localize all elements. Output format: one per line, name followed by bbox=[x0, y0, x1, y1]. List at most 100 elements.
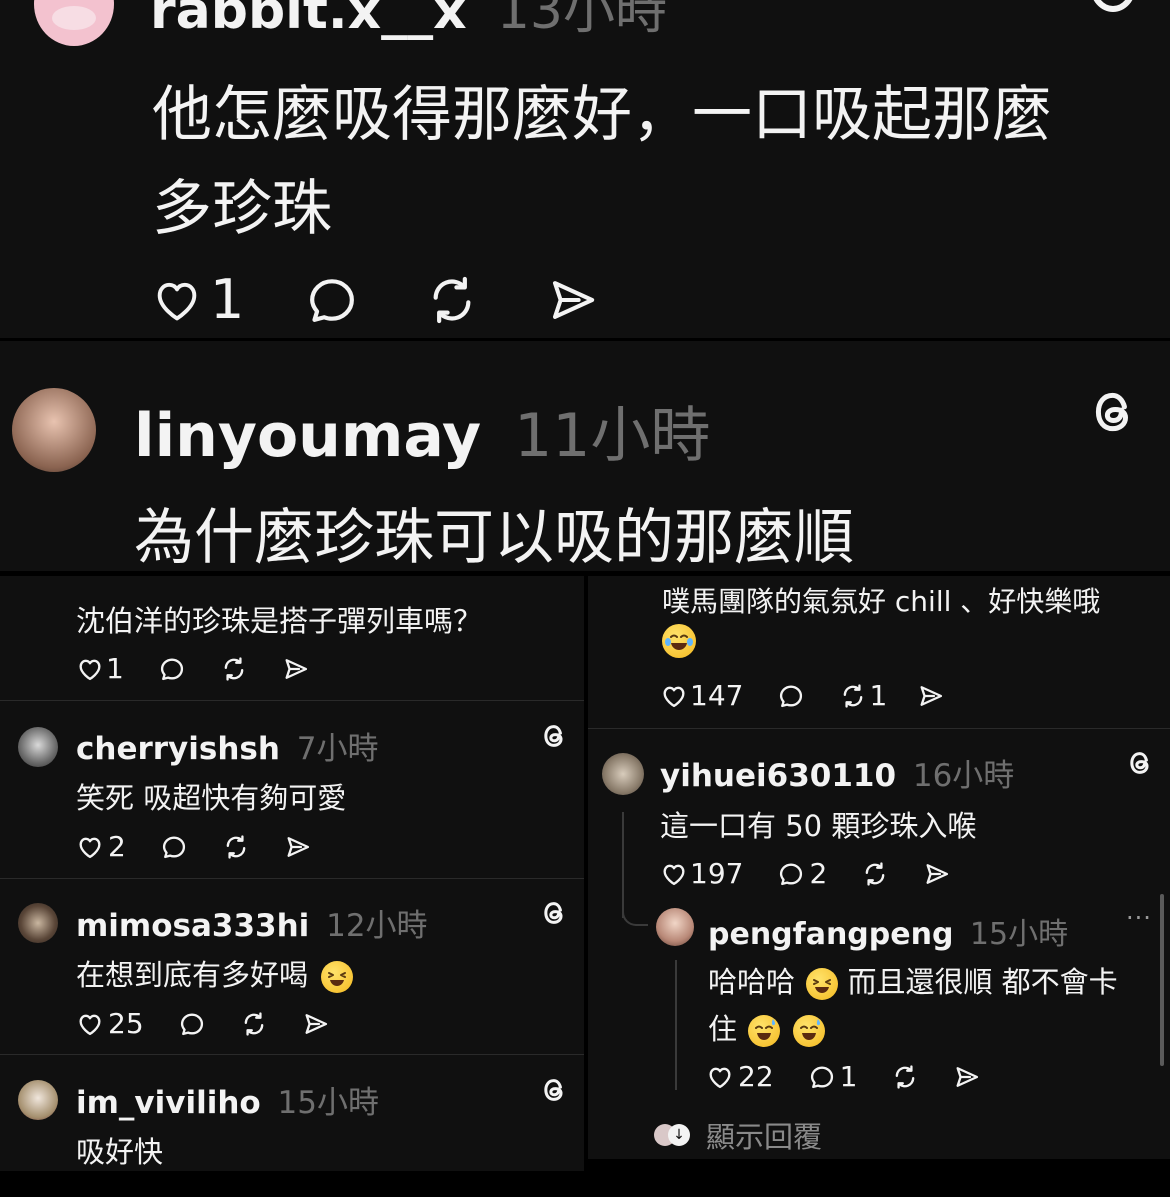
thread-connector bbox=[622, 906, 648, 926]
reply-button[interactable] bbox=[777, 682, 805, 710]
username[interactable]: mimosa333hi 12小時 bbox=[76, 900, 428, 945]
avatar[interactable] bbox=[12, 388, 96, 472]
show-replies-label: 顯示回覆 bbox=[706, 1120, 823, 1154]
threads-icon[interactable] bbox=[540, 1076, 568, 1104]
post-text: 為什麼珍珠可以吸的那麼順 bbox=[134, 503, 854, 571]
show-replies-button[interactable]: ↓ 顯示回覆 bbox=[654, 1114, 822, 1156]
heart-icon bbox=[79, 659, 101, 680]
send-icon bbox=[926, 863, 949, 884]
threads-icon[interactable] bbox=[540, 722, 568, 750]
repost-button[interactable]: 1 bbox=[839, 679, 887, 712]
like-button[interactable]: 1 bbox=[76, 652, 124, 685]
send-icon bbox=[287, 836, 309, 857]
comment-text-content: 在想到底有多好喝 bbox=[76, 958, 309, 992]
send-icon bbox=[956, 1066, 979, 1087]
repost-button[interactable] bbox=[240, 1010, 268, 1038]
more-icon[interactable]: ··· bbox=[1126, 906, 1154, 930]
username[interactable]: linyoumay 11小時 bbox=[134, 387, 710, 474]
comment-text: 這一口有 50 顆珍珠入喉 bbox=[660, 809, 977, 843]
avatar[interactable] bbox=[18, 1080, 58, 1120]
tears-of-joy-emoji-icon bbox=[662, 624, 696, 658]
threads-icon[interactable] bbox=[1088, 387, 1138, 437]
username[interactable]: rabbit.x__x 13小時 bbox=[150, 0, 667, 43]
share-button[interactable] bbox=[923, 860, 951, 888]
repost-button[interactable] bbox=[861, 860, 889, 888]
share-button[interactable] bbox=[546, 273, 600, 327]
avatar[interactable] bbox=[656, 908, 694, 946]
username[interactable]: cherryishsh 7小時 bbox=[76, 723, 378, 768]
reply-time: 15小時 bbox=[969, 917, 1069, 952]
repost-button[interactable] bbox=[222, 833, 250, 861]
username-text[interactable]: mimosa333hi bbox=[76, 908, 309, 944]
username[interactable]: im_viviliho 15小時 bbox=[76, 1077, 379, 1122]
share-button[interactable] bbox=[302, 1010, 330, 1038]
divider bbox=[0, 700, 584, 701]
threads-icon[interactable] bbox=[1090, 0, 1136, 12]
heart-icon bbox=[663, 686, 685, 707]
avatar[interactable] bbox=[34, 0, 114, 46]
reply-count: 1 bbox=[839, 1060, 858, 1093]
like-button[interactable]: 197 bbox=[660, 857, 743, 890]
comment-text: 沈伯洋的珍珠是搭子彈列車嗎？ bbox=[76, 604, 483, 638]
username-text[interactable]: rabbit.x__x bbox=[150, 0, 467, 41]
repost-button[interactable] bbox=[424, 272, 480, 328]
repost-icon bbox=[896, 1064, 915, 1089]
laughing-emoji-icon bbox=[806, 968, 839, 1000]
thread-line bbox=[622, 812, 624, 918]
username[interactable]: pengfangpeng 15小時 bbox=[708, 909, 1068, 953]
reply-thread-line bbox=[675, 960, 677, 1090]
post-actions: 1 bbox=[150, 268, 600, 331]
reply-button[interactable]: 2 bbox=[777, 857, 827, 890]
share-button[interactable] bbox=[917, 682, 945, 710]
reply-text-line1: 哈哈哈 而且還很順 都不會卡 bbox=[708, 959, 1118, 1001]
sweat-smile-emoji-icon bbox=[793, 1015, 826, 1047]
like-button[interactable]: 147 bbox=[660, 679, 743, 712]
avatar[interactable] bbox=[18, 903, 58, 943]
comment-icon bbox=[810, 1066, 833, 1088]
reply-actions: 22 1 bbox=[706, 1060, 981, 1093]
reply-button[interactable] bbox=[158, 655, 186, 683]
post-time: 11小時 bbox=[514, 401, 711, 471]
like-button[interactable]: 25 bbox=[76, 1007, 144, 1040]
heart-icon bbox=[663, 864, 685, 885]
avatar[interactable] bbox=[602, 753, 644, 795]
username-text[interactable]: linyoumay bbox=[134, 401, 481, 471]
comment-actions: 197 2 bbox=[660, 857, 951, 890]
comment-icon bbox=[780, 863, 803, 885]
reply-button[interactable] bbox=[178, 1010, 206, 1038]
top-post-panel: rabbit.x__x 13小時 他怎麼吸得那麼好，一口吸起那麼 多珍珠 1 bbox=[0, 0, 1170, 338]
repost-count: 1 bbox=[869, 679, 888, 712]
threads-icon[interactable] bbox=[1126, 749, 1154, 777]
username-text[interactable]: cherryishsh bbox=[76, 731, 280, 767]
reply-button[interactable] bbox=[160, 833, 188, 861]
comment-icon bbox=[780, 685, 803, 707]
username-text[interactable]: pengfangpeng bbox=[708, 917, 953, 952]
right-comments-panel: 噗馬團隊的氣氛好 chill 、好快樂哦 147 1 yihuei630110 … bbox=[588, 576, 1170, 1159]
heart-icon bbox=[79, 1014, 101, 1035]
repost-button[interactable] bbox=[891, 1063, 919, 1091]
comment-icon bbox=[310, 278, 355, 322]
like-count: 22 bbox=[738, 1060, 774, 1093]
username[interactable]: yihuei630110 16小時 bbox=[660, 750, 1014, 795]
second-post-panel: linyoumay 11小時 為什麼珍珠可以吸的那麼順 bbox=[0, 341, 1170, 571]
username-text[interactable]: im_viviliho bbox=[76, 1085, 261, 1121]
scrollbar[interactable] bbox=[1160, 894, 1164, 1066]
like-button[interactable]: 22 bbox=[706, 1060, 774, 1093]
share-button[interactable] bbox=[284, 833, 312, 861]
reply-button[interactable] bbox=[304, 272, 360, 328]
divider bbox=[0, 1054, 584, 1055]
comment-time: 12小時 bbox=[326, 908, 428, 944]
avatar[interactable] bbox=[18, 727, 58, 767]
share-button[interactable] bbox=[953, 1063, 981, 1091]
reply-button[interactable]: 1 bbox=[808, 1060, 858, 1093]
like-button[interactable]: 2 bbox=[76, 830, 126, 863]
down-arrow-icon: ↓ bbox=[668, 1124, 690, 1146]
share-button[interactable] bbox=[282, 655, 310, 683]
comment-time: 15小時 bbox=[277, 1085, 379, 1121]
threads-icon[interactable] bbox=[540, 899, 568, 927]
repost-icon bbox=[224, 656, 244, 681]
like-count: 1 bbox=[106, 652, 124, 685]
username-text[interactable]: yihuei630110 bbox=[660, 758, 896, 794]
repost-button[interactable] bbox=[220, 655, 248, 683]
like-button[interactable]: 1 bbox=[150, 268, 244, 331]
